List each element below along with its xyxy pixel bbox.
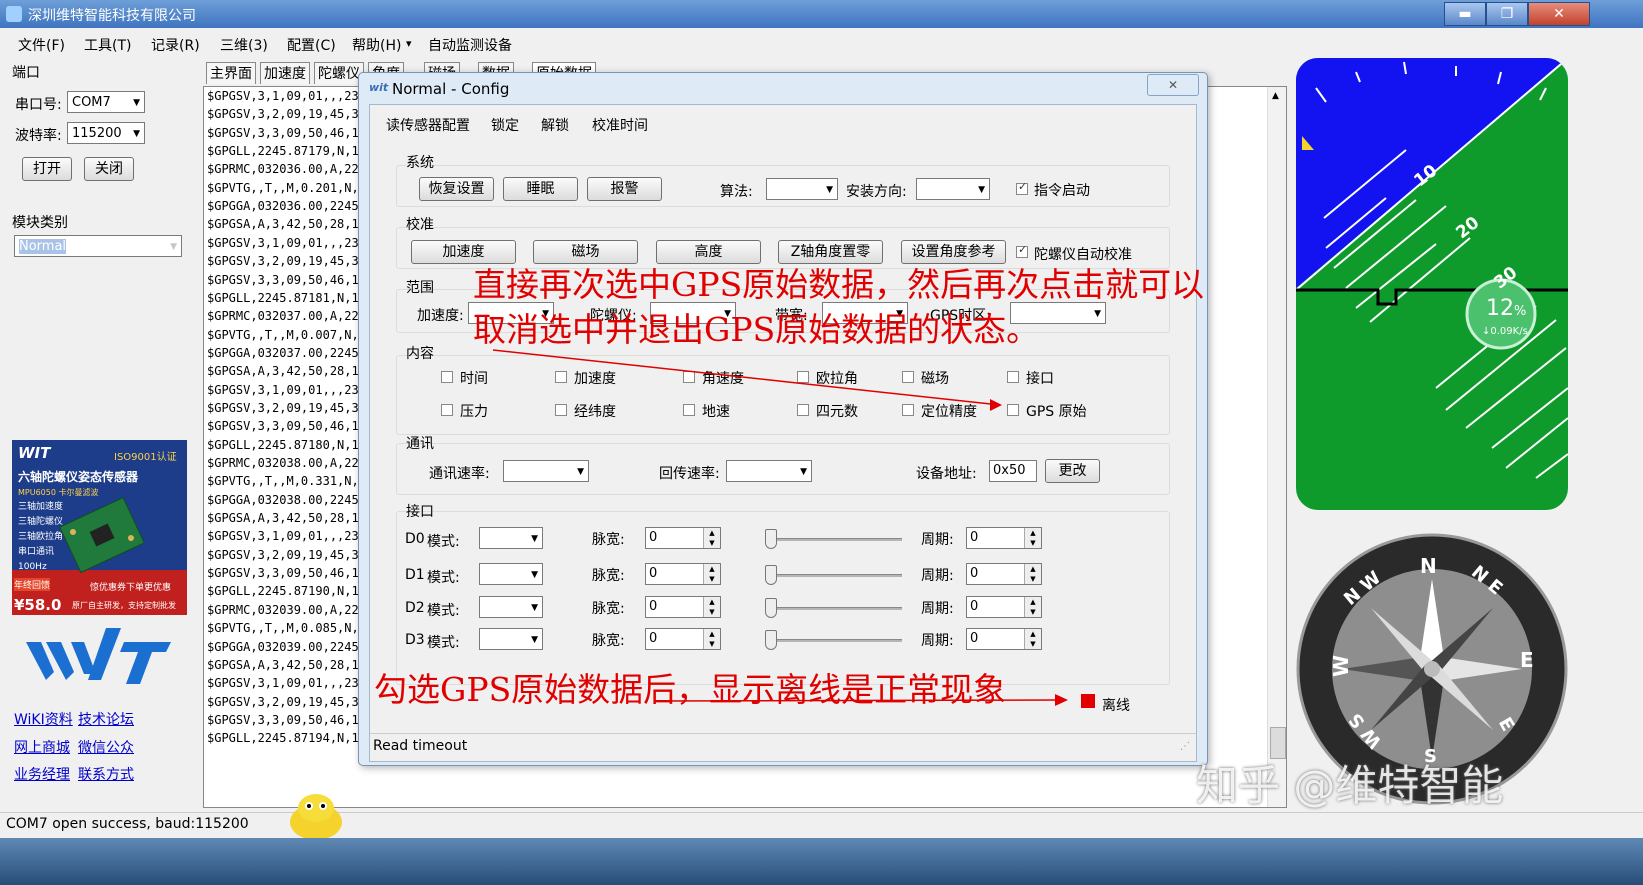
compass-n: N xyxy=(1420,554,1437,578)
percent-readout: 12% xyxy=(1486,296,1526,321)
percent-value: 12 xyxy=(1486,296,1514,321)
watermark: 知乎 @维特智能 xyxy=(1196,761,1504,810)
rate-readout: ↓0.09K/s xyxy=(1482,326,1528,337)
arrow-head xyxy=(990,399,1002,411)
status-bar: COM7 open success, baud:115200 xyxy=(0,812,1643,837)
compass-e: E xyxy=(1520,648,1534,672)
arrow-line xyxy=(492,349,1001,406)
status-text: COM7 open success, baud:115200 xyxy=(6,816,249,832)
attitude-indicator: 10 20 30 12% ↓0.09K/s xyxy=(1296,58,1568,510)
mascot-graphic xyxy=(290,794,342,840)
arrow-line xyxy=(659,699,1061,702)
percent-sign: % xyxy=(1514,304,1527,319)
taskbar xyxy=(0,838,1643,885)
horizon-graphic xyxy=(1296,58,1568,479)
arrow-head xyxy=(1055,694,1068,706)
mascot-icon xyxy=(288,790,344,840)
compass-w: W xyxy=(1329,654,1354,678)
